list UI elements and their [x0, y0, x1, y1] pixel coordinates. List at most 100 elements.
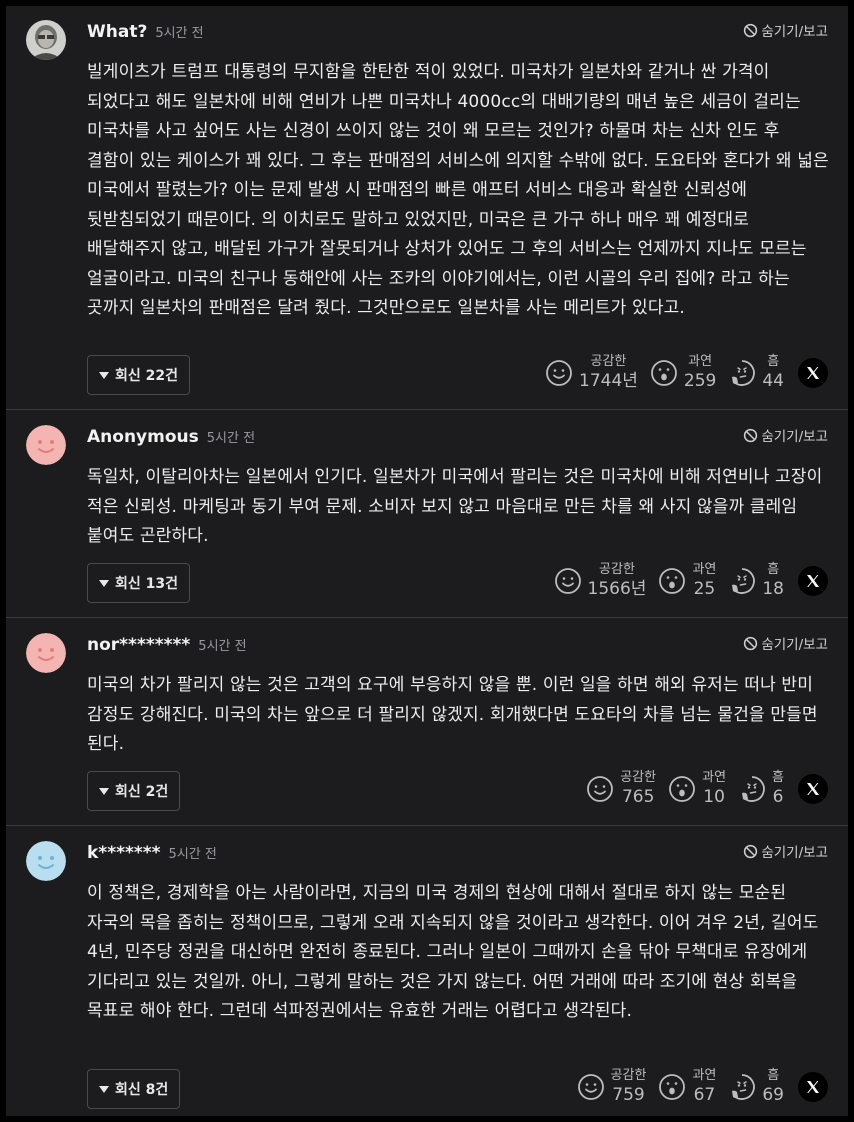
- comment-text: 빌게이츠가 트럼프 대통령의 무지함을 한탄한 적이 있었다. 미국차가 일본차…: [87, 62, 829, 318]
- empathy-reaction-button[interactable]: 공감한 1566년: [554, 562, 647, 600]
- hide-report-button[interactable]: 숨기기/보고: [743, 20, 828, 40]
- comment-item: What? 5시간 전 숨기기/보고 빌게이츠가 트럼프 대통령의 무지함을 한…: [6, 6, 848, 410]
- smile-face-icon: [587, 776, 614, 802]
- smile-face-icon: [577, 1074, 604, 1100]
- avatar[interactable]: [26, 841, 66, 881]
- hmm-count: 69: [762, 1085, 784, 1105]
- hmm-reaction-button[interactable]: 흠 6: [738, 770, 784, 808]
- replies-toggle-button[interactable]: 회신 22건: [87, 355, 190, 395]
- surprise-count: 25: [693, 579, 716, 599]
- hmm-label: 흠: [772, 770, 784, 785]
- comment-meta: nor******** 5시간 전: [87, 635, 247, 655]
- comment-text: 이 정책은, 경제학을 아는 사람이라면, 지금의 미국 경제의 현상에 대해서…: [87, 883, 819, 1021]
- triangle-down-icon: [99, 787, 109, 795]
- share-x-button[interactable]: [798, 1072, 828, 1102]
- x-logo-icon: [807, 575, 819, 587]
- empathy-label: 공감한: [599, 562, 635, 577]
- hmm-count: 44: [762, 371, 784, 391]
- share-x-button[interactable]: [798, 774, 828, 804]
- thinking-face-icon: [732, 360, 756, 386]
- hmm-label: 흠: [767, 562, 780, 577]
- empathy-label: 공감한: [590, 354, 627, 369]
- surprise-count: 10: [703, 787, 725, 807]
- author-name[interactable]: nor********: [87, 635, 190, 655]
- empathy-reaction-button[interactable]: 공감한 759: [577, 1068, 647, 1106]
- timestamp: 5시간 전: [206, 431, 256, 446]
- avatar[interactable]: [26, 633, 66, 673]
- comment-meta: Anonymous 5시간 전: [87, 427, 255, 447]
- hide-report-label: 숨기기/보고: [761, 637, 828, 653]
- surprise-reaction-button[interactable]: 과연 67: [658, 1068, 716, 1106]
- surprise-reaction-button[interactable]: 과연 10: [668, 770, 726, 808]
- triangle-down-icon: [99, 371, 109, 379]
- comment-item: k******* 5시간 전 숨기기/보고 이 정책은, 경제학을 아는 사람이…: [6, 827, 848, 1116]
- triangle-down-icon: [99, 579, 109, 587]
- reaction-bar: 공감한 1566년 과연 25 흠 18: [542, 562, 828, 600]
- empathy-label: 공감한: [610, 1068, 647, 1083]
- hide-report-button[interactable]: 숨기기/보고: [743, 633, 828, 653]
- replies-count-label: 회신 8건: [115, 1082, 169, 1098]
- replies-toggle-button[interactable]: 회신 8건: [87, 1069, 181, 1109]
- surprise-label: 과연: [692, 1068, 717, 1083]
- empathy-reaction-button[interactable]: 공감한 1744년: [545, 354, 638, 392]
- triangle-down-icon: [99, 1085, 109, 1093]
- surprise-reaction-button[interactable]: 과연 259: [650, 354, 716, 392]
- comment-text: 독일차, 이탈리아차는 일본에서 인기다. 일본차가 미국에서 팔리는 것은 미…: [87, 467, 823, 546]
- hmm-reaction-button[interactable]: 흠 69: [728, 1068, 784, 1106]
- prohibited-circle-icon: [744, 428, 758, 442]
- avatar[interactable]: [26, 20, 66, 60]
- hide-report-label: 숨기기/보고: [761, 24, 828, 40]
- empathy-reaction-button[interactable]: 공감한 765: [586, 770, 656, 808]
- thinking-face-icon: [742, 776, 765, 802]
- share-x-button[interactable]: [798, 358, 828, 388]
- hmm-count: 6: [772, 787, 784, 807]
- hmm-label: 흠: [767, 354, 780, 369]
- timestamp: 5시간 전: [198, 639, 247, 654]
- surprise-count: 67: [693, 1085, 716, 1105]
- hmm-count: 18: [762, 579, 784, 599]
- surprised-face-icon: [669, 776, 696, 802]
- author-name[interactable]: Anonymous: [87, 427, 199, 447]
- replies-toggle-button[interactable]: 회신 13건: [87, 563, 190, 603]
- comment-meta: What? 5시간 전: [87, 22, 204, 42]
- prohibited-circle-icon: [744, 636, 758, 650]
- surprise-count: 259: [683, 371, 717, 391]
- thinking-face-icon: [732, 568, 756, 594]
- author-name[interactable]: What?: [87, 22, 147, 42]
- timestamp: 5시간 전: [155, 26, 204, 41]
- thinking-face-icon: [732, 1074, 756, 1100]
- hide-report-label: 숨기기/보고: [761, 845, 828, 861]
- reaction-bar: 공감한 759 과연 67 흠 69: [565, 1068, 828, 1106]
- reaction-bar: 공감한 1744년 과연 259 흠 44: [533, 354, 828, 392]
- hide-report-button[interactable]: 숨기기/보고: [743, 425, 828, 445]
- empathy-count: 1566년: [587, 579, 647, 599]
- hide-report-label: 숨기기/보고: [761, 429, 828, 445]
- surprised-face-icon: [659, 568, 686, 594]
- comment-text: 미국의 차가 팔리지 않는 것은 고객의 요구에 부응하지 않을 뿐. 이런 일…: [87, 675, 818, 754]
- hmm-reaction-button[interactable]: 흠 44: [728, 354, 784, 392]
- x-logo-icon: [807, 367, 819, 379]
- hide-report-button[interactable]: 숨기기/보고: [743, 841, 828, 861]
- comment-item: nor******** 5시간 전 숨기기/보고 미국의 차가 팔리지 않는 것…: [6, 619, 848, 826]
- prohibited-circle-icon: [744, 844, 758, 858]
- avatar[interactable]: [26, 425, 66, 465]
- hmm-label: 흠: [767, 1068, 780, 1083]
- surprised-face-icon: [651, 360, 677, 386]
- surprise-reaction-button[interactable]: 과연 25: [658, 562, 716, 600]
- author-name[interactable]: k*******: [87, 843, 161, 863]
- timestamp: 5시간 전: [168, 847, 217, 862]
- replies-toggle-button[interactable]: 회신 2건: [87, 771, 181, 811]
- surprised-face-icon: [659, 1074, 686, 1100]
- smile-face-icon: [546, 360, 572, 386]
- comment-list: What? 5시간 전 숨기기/보고 빌게이츠가 트럼프 대통령의 무지함을 한…: [6, 6, 848, 1116]
- replies-count-label: 회신 13건: [115, 576, 178, 592]
- comment-meta: k******* 5시간 전: [87, 843, 217, 863]
- hmm-reaction-button[interactable]: 흠 18: [728, 562, 784, 600]
- surprise-label: 과연: [692, 562, 717, 577]
- replies-count-label: 회신 2건: [115, 784, 169, 800]
- x-logo-icon: [807, 1081, 819, 1093]
- surprise-label: 과연: [688, 354, 713, 369]
- comment-item: Anonymous 5시간 전 숨기기/보고 독일차, 이탈리아차는 일본에서 …: [6, 411, 848, 618]
- empathy-count: 765: [621, 787, 655, 807]
- share-x-button[interactable]: [798, 566, 828, 596]
